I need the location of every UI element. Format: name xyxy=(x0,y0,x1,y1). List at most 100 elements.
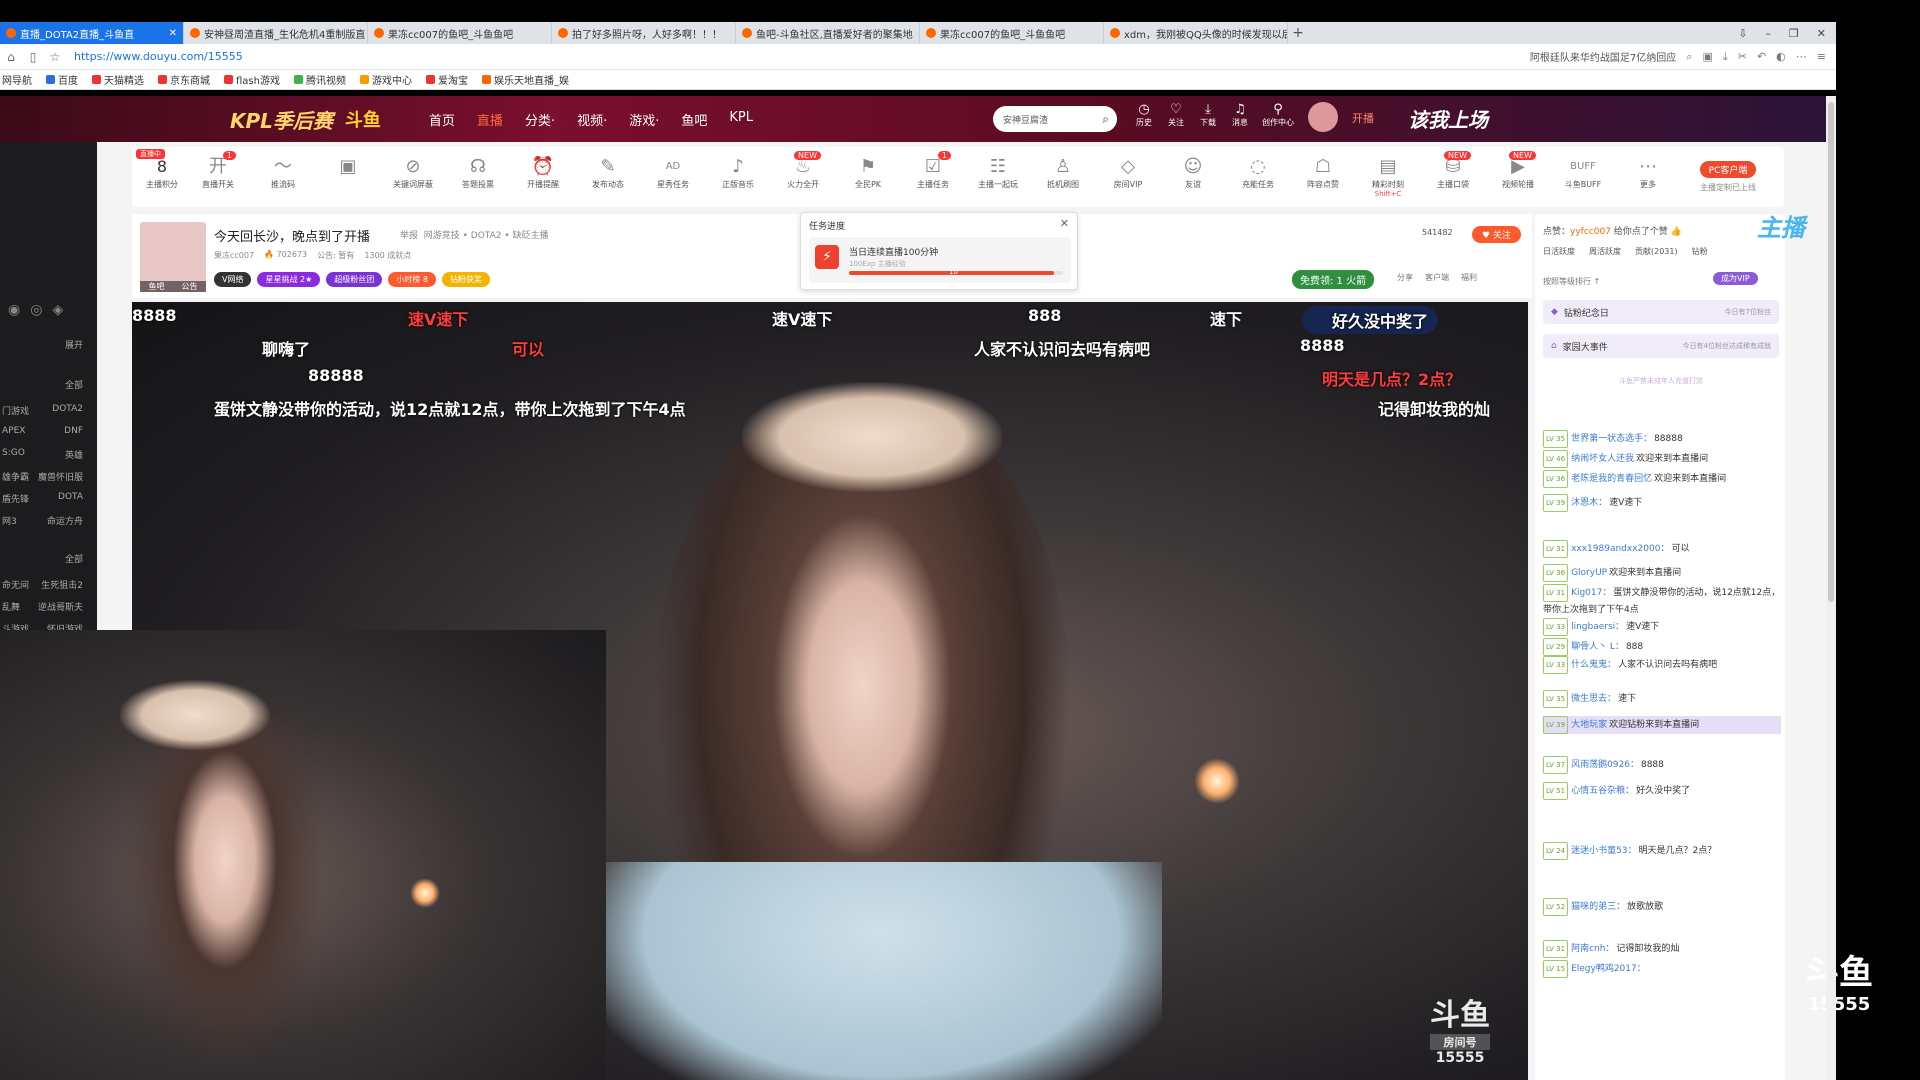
chat-message[interactable]: LV 31 阿南cnh： 记得卸妆我的灿 xyxy=(1543,940,1781,958)
bookmark[interactable]: 娱乐天地直播_娱 xyxy=(481,72,569,87)
welfare-button[interactable]: 福利 xyxy=(1461,272,1477,283)
user-avatar[interactable] xyxy=(1308,102,1338,132)
bookmark[interactable]: 百度 xyxy=(46,72,78,87)
chat-username[interactable]: 老陈是我的青春回忆 xyxy=(1571,474,1652,484)
home-events-card[interactable]: ⌂ 家园大事件 今日有4位粉丝达成稀有成就 xyxy=(1543,334,1779,358)
sidebar-category-row[interactable]: 命无间 生死狙击2 xyxy=(0,578,97,591)
chat-message[interactable]: LV 37 风雨荡鹅0926： 8888 xyxy=(1543,756,1781,774)
toolbar-item[interactable]: 开直播开关 1 xyxy=(188,151,248,190)
room-tag[interactable]: 星星挑战 2★ xyxy=(257,272,321,287)
chat-message[interactable]: LV 36 GloryUP 欢迎来到本直播间 xyxy=(1543,564,1781,582)
toolbar-item[interactable]: ♪ 正版音乐 xyxy=(708,155,768,190)
chat-username[interactable]: 微生思去： xyxy=(1571,694,1616,704)
nav-category[interactable]: 分类· xyxy=(525,110,555,129)
pc-client-button[interactable]: PC客户端 主播定制已上线 xyxy=(1700,161,1756,193)
toolbar-item[interactable]: ⊘ 关键词屏蔽 xyxy=(383,155,443,190)
sidebar-category-row[interactable]: S:GO 英雄 xyxy=(0,448,97,461)
browser-tab[interactable]: 鱼吧-斗鱼社区,直播爱好者的聚集地 xyxy=(736,22,920,44)
chat-username[interactable]: 风雨荡鹅0926： xyxy=(1571,760,1639,770)
chat-username[interactable]: 阿南cnh： xyxy=(1571,944,1614,954)
tab-contribution[interactable]: 贡献(2031) xyxy=(1635,246,1678,257)
rank-filter[interactable]: 按照等级排行 ↑ xyxy=(1543,276,1600,287)
bookmark[interactable]: 游戏中心 xyxy=(359,72,412,87)
new-tab-button[interactable]: + xyxy=(1288,25,1308,41)
toolbar-item[interactable]: ♨ 火力全开 NEW xyxy=(773,151,833,190)
follow-list-button[interactable]: ♡ 关注 xyxy=(1168,102,1184,128)
toolbar-item[interactable]: ⏰ 开播提醒 xyxy=(513,155,573,190)
sidebar-category-row[interactable]: 雄争霸 魔兽怀旧服 xyxy=(0,470,97,483)
toolbar-item[interactable]: ☷ 主播一起玩 xyxy=(968,155,1028,190)
kpl-banner[interactable]: KPL季后赛 xyxy=(230,105,333,134)
toolbar-item[interactable]: ☖ 阵容点赞 xyxy=(1293,155,1353,190)
bookmark[interactable]: 京东商城 xyxy=(158,72,210,87)
chat-username[interactable]: GloryUP xyxy=(1571,568,1607,578)
chat-username[interactable]: Elegy鸭鸡2017： xyxy=(1571,964,1646,974)
minimize-button[interactable]: – xyxy=(1765,27,1771,40)
close-icon[interactable]: ✕ xyxy=(165,28,177,39)
chat-message[interactable]: LV 31 xxx1989andxx2000： 可以 xyxy=(1543,540,1781,558)
download-icon[interactable]: ⇩ xyxy=(1738,27,1747,40)
reader-icon[interactable]: ▯ xyxy=(22,50,44,64)
star-icon[interactable]: ☆ xyxy=(44,50,66,64)
toolbar-item[interactable]: ⚑ 全民PK xyxy=(838,155,898,190)
anchor-points[interactable]: 直播中 8 主播积分 xyxy=(132,149,192,190)
room-category[interactable]: 网游竞技 • DOTA2 • 缺砭主播 xyxy=(424,231,549,241)
anniversary-card[interactable]: ◆ 钻粉纪念日 今日有7位粉丝 xyxy=(1543,300,1779,324)
creator-center-button[interactable]: ⚲ 创作中心 xyxy=(1262,102,1294,128)
promo-banner-text[interactable]: 该我上场 xyxy=(1408,104,1488,133)
tab-weekly[interactable]: 周活跃度 xyxy=(1589,246,1621,257)
sidebar-category-row[interactable]: 盾先锋 DOTA xyxy=(0,492,97,505)
chat-message[interactable]: LV 31 Kig017： 蛋饼文静没带你的活动，说12点就12点，带你上次拖到了下… xyxy=(1543,584,1781,618)
chat-username[interactable]: 沐恩木： xyxy=(1571,498,1607,508)
chat-username[interactable]: 大地玩家 xyxy=(1571,720,1607,730)
tab-daily[interactable]: 日活跃度 xyxy=(1543,246,1575,257)
sidebar-category-row[interactable]: APEX DNF xyxy=(0,426,97,436)
download-button[interactable]: ⤓ 下载 xyxy=(1200,102,1216,128)
history-button[interactable]: ◷ 历史 xyxy=(1136,102,1152,128)
room-tag[interactable]: 小时榜 8 xyxy=(388,272,436,287)
news-ticker[interactable]: 阿根廷队来华约战国足7亿纳回应 xyxy=(1530,49,1676,64)
chat-message[interactable]: LV 33 lingbaersi： 速V速下 xyxy=(1543,618,1781,636)
chat-message[interactable]: LV 29 聊骨人丶 L： 888 xyxy=(1543,638,1781,656)
sidebar-category-row[interactable]: 门游戏 DOTA2 xyxy=(0,404,97,417)
page-scrollbar[interactable] xyxy=(1826,96,1836,1080)
nav-live[interactable]: 直播 xyxy=(477,110,503,129)
scrollbar-thumb[interactable] xyxy=(1828,102,1834,602)
bookmark[interactable]: 腾讯视频 xyxy=(293,72,346,87)
nav-kpl[interactable]: KPL xyxy=(729,110,753,129)
hot-icon[interactable]: ◉ xyxy=(8,302,20,318)
toolbar-item[interactable]: AD 星秀任务 xyxy=(643,155,703,190)
sidebar-category-row[interactable]: 乱舞 逆战哥斯夫 xyxy=(0,600,97,613)
toolbar-item[interactable]: ▶ 视频轮播 NEW xyxy=(1488,151,1548,190)
maximize-button[interactable]: ❐ xyxy=(1789,27,1799,40)
browser-tab[interactable]: 果冻cc007的鱼吧_斗鱼鱼吧 xyxy=(368,22,552,44)
chat-username[interactable]: xxx1989andxx2000： xyxy=(1571,544,1669,554)
chat-username[interactable]: 猫咪的弟三： xyxy=(1571,902,1625,912)
tab-diamond[interactable]: 钻粉 xyxy=(1692,246,1708,257)
chat-message[interactable]: LV 24 迷迷小书童53： 明天是几点？2点？ xyxy=(1543,842,1781,860)
chat-message[interactable]: LV 52 猫咪的弟三： 放歌放歌 xyxy=(1543,898,1781,916)
chat-message[interactable]: LV 39 大地玩家 欢迎钻粉来到本直播间 xyxy=(1543,716,1781,734)
more-icon[interactable]: ⋯ xyxy=(1796,50,1807,64)
browser-tab[interactable]: 直播_DOTA2直播_斗鱼直 ✕ xyxy=(0,22,184,44)
chat-username[interactable]: 世界第一状态选手： xyxy=(1571,434,1652,444)
search-input[interactable]: 安神豆腐渣 ⌕ xyxy=(993,106,1117,132)
close-icon[interactable]: ✕ xyxy=(1060,217,1069,230)
browser-tab[interactable]: 果冻cc007的鱼吧_斗鱼鱼吧 xyxy=(920,22,1104,44)
chat-message[interactable]: LV 33 什么鬼鬼： 人家不认识问去吗有病吧 xyxy=(1543,656,1781,674)
toolbar-item[interactable]: ▤ 精彩时刻 Shift+C xyxy=(1358,155,1418,198)
messages-button[interactable]: ♫ 消息 xyxy=(1232,102,1248,128)
chat-message[interactable]: LV 36 老陈是我的青春回忆 欢迎来到本直播间 xyxy=(1543,470,1781,488)
sidebar-all[interactable]: 全部 xyxy=(0,378,97,391)
toolbar-item[interactable]: ☑ 主播任务 1 xyxy=(903,151,963,190)
bookmark[interactable]: 网导航 xyxy=(2,72,32,87)
chat-username[interactable]: 迷迷小书童53： xyxy=(1571,846,1636,856)
toolbar-item[interactable]: ⛁ 主播口袋 NEW xyxy=(1423,151,1483,190)
toolbar-item[interactable]: ✎ 发布动态 xyxy=(578,155,638,190)
douyu-logo[interactable]: 斗鱼 xyxy=(345,106,381,132)
chat-username[interactable]: 心情五谷杂粮： xyxy=(1571,786,1634,796)
toolbar-item[interactable]: BUFF 斗鱼BUFF xyxy=(1553,155,1613,190)
open-stream-button[interactable]: 开播 xyxy=(1352,110,1374,126)
search-icon[interactable]: ⌕ xyxy=(1686,50,1692,64)
room-tag[interactable]: 超级粉丝团 xyxy=(326,272,383,287)
